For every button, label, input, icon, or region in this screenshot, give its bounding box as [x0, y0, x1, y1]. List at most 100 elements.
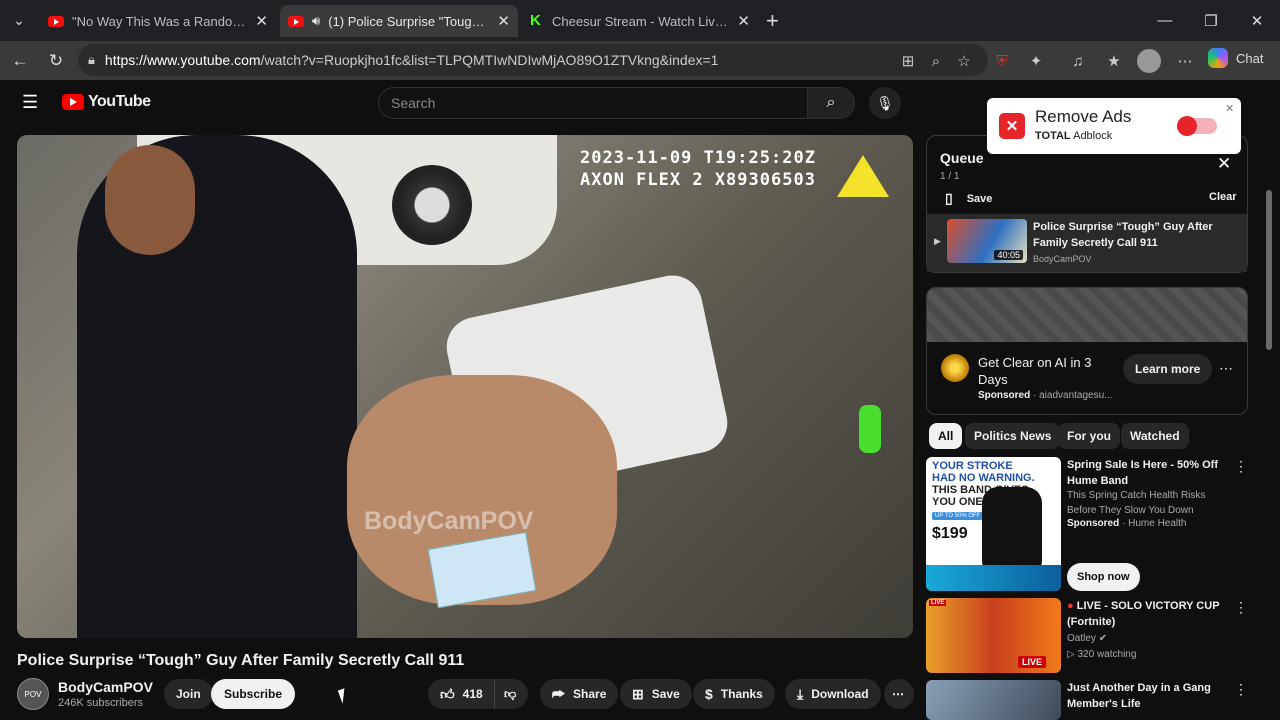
channel-name[interactable]: BodyCamPOV [58, 679, 153, 695]
learn-more-button[interactable]: Learn more [1123, 354, 1213, 384]
thumb-badge: UP TO 50% OFF [932, 512, 984, 520]
copilot-icon [1208, 48, 1228, 68]
youtube-icon [288, 15, 304, 27]
chevron-down-icon: ⌄ [13, 12, 25, 28]
subscriber-count: 246K subscribers [58, 697, 143, 709]
more-vertical-icon[interactable]: ⋮ [1234, 681, 1248, 698]
channel-avatar[interactable]: POV [17, 678, 49, 710]
more-vertical-icon[interactable]: ⋯ [1219, 360, 1233, 377]
save-button[interactable]: ⊞ Save [620, 679, 692, 709]
chip-all[interactable]: All [929, 423, 963, 449]
live-badge-small: LIVE [929, 600, 947, 606]
copilot-chat-button[interactable]: Chat [1208, 48, 1263, 68]
adblock-extension-icon[interactable]: ⛨ [990, 49, 1014, 73]
speaker-icon[interactable]: 🔊︎ [312, 13, 320, 29]
rec-thumbnail[interactable] [926, 680, 1061, 720]
microphone-icon: 🎙︎ [876, 94, 894, 111]
shop-now-button[interactable]: Shop now [1067, 563, 1140, 591]
tab-title: (1) Police Surprise "Tough" Gu [328, 13, 492, 29]
chip-politics-news[interactable]: Politics News [965, 423, 1061, 449]
rec-description: This Spring Catch Health Risks Before Th… [1067, 490, 1206, 516]
back-button[interactable]: ← [2, 43, 38, 79]
extensions-icon[interactable]: ✦ [1024, 49, 1048, 73]
site-info-icon[interactable]: 🔒︎ [88, 52, 95, 68]
close-queue-icon[interactable]: ✕ [1217, 154, 1231, 174]
close-tab-icon[interactable]: ✕ [255, 12, 268, 30]
tab-list-button[interactable]: ⌄ [0, 0, 38, 41]
page-scrollbar[interactable] [1266, 180, 1272, 720]
new-tab-button[interactable]: + [766, 8, 779, 34]
video-player[interactable]: 2023-11-09 T19:25:20Z AXON FLEX 2 X89306… [17, 135, 913, 638]
profile-avatar[interactable] [1137, 49, 1161, 73]
rec-title[interactable]: Spring Sale Is Here - 50% Off Hume Band [1067, 457, 1227, 489]
remove-ads-toggle[interactable] [1177, 116, 1217, 136]
menu-icon[interactable]: ☰ [22, 92, 44, 114]
reload-button[interactable]: ↻ [38, 43, 74, 79]
download-icon: ⤓ [797, 685, 804, 702]
like-button[interactable]: 👍︎ 418 [428, 679, 494, 709]
youtube-logo-text: YouTube [88, 93, 151, 110]
band-image [982, 487, 1042, 577]
queue-item-duration: 40:05 [994, 250, 1023, 260]
url-field[interactable]: 🔒︎ https://www.youtube.com/watch?v=Ruopk… [78, 44, 988, 76]
browser-tab-2[interactable]: 🔊︎ (1) Police Surprise "Tough" Gu ✕ [280, 5, 518, 37]
rec-thumbnail[interactable]: YOUR STROKE HAD NO WARNING. THIS BAND GI… [926, 457, 1061, 591]
favorites-icon[interactable]: ★ [1102, 49, 1126, 73]
rec-title[interactable]: Just Another Day in a Gang Member's Life [1067, 680, 1227, 712]
more-menu-icon[interactable]: ⋯ [1173, 49, 1197, 73]
thanks-label: Thanks [720, 687, 763, 701]
adblock-brand-bold: TOTAL [1035, 130, 1071, 142]
youtube-page: ☰ YouTube Search ⌕ 🎙︎ 2023-11-09 T19:25:… [0, 80, 1280, 720]
more-horizontal-icon: ⋯ [892, 687, 904, 701]
subscribe-button[interactable]: Subscribe [211, 679, 296, 709]
queue-save-button[interactable]: ▯ Save [945, 190, 992, 207]
rec-viewers: ▷ 320 watching [1067, 647, 1237, 662]
zoom-icon[interactable]: ⌕ [924, 49, 948, 73]
scrollbar-thumb[interactable] [1266, 190, 1272, 350]
app-available-icon[interactable]: ⊞ [896, 49, 920, 73]
sponsored-card[interactable]: Get Clear on AI in 3 Days Sponsored · ai… [926, 287, 1248, 415]
bookmark-icon: ▯ [945, 190, 953, 206]
thumb-price: $199 [932, 525, 968, 542]
minimize-button[interactable]: — [1142, 0, 1188, 41]
download-button[interactable]: ⤓ Download [785, 679, 881, 709]
chip-for-you[interactable]: For you [1058, 423, 1120, 449]
join-button[interactable]: Join [164, 679, 213, 709]
search-button[interactable]: ⌕ [807, 87, 855, 119]
rec-channel: Oatley ✔ [1067, 631, 1237, 646]
youtube-icon [48, 15, 64, 27]
search-icon: ⌕ [826, 94, 836, 111]
rec-thumbnail[interactable]: LIVE LIVE [926, 598, 1061, 673]
queue-clear-button[interactable]: Clear [1209, 191, 1237, 203]
chip-watched[interactable]: Watched [1121, 423, 1189, 449]
chat-label: Chat [1236, 50, 1264, 66]
browser-tab-3[interactable]: K Cheesur Stream - Watch Live on K ✕ [522, 5, 758, 37]
close-tab-icon[interactable]: ✕ [737, 12, 750, 30]
media-control-icon[interactable]: ♫ [1066, 49, 1090, 73]
more-vertical-icon[interactable]: ⋮ [1234, 599, 1248, 616]
close-popup-icon[interactable]: ✕ [1225, 102, 1234, 115]
sponsored-title: Get Clear on AI in 3 Days [978, 355, 1092, 387]
restore-button[interactable]: ❐ [1188, 0, 1234, 41]
queue-item[interactable]: ▶ 40:05 Police Surprise “Tough” Guy Afte… [927, 214, 1247, 272]
adblock-brand: TOTAL Adblock [1035, 130, 1112, 142]
rec-channel-name: Oatley [1067, 633, 1096, 644]
voice-search-button[interactable]: 🎙︎ [869, 87, 901, 119]
search-input[interactable]: Search [378, 87, 808, 119]
favorite-star-icon[interactable]: ☆ [952, 49, 976, 73]
close-window-button[interactable]: ✕ [1234, 0, 1280, 41]
kick-icon: K [530, 12, 541, 29]
browser-tab-1[interactable]: "No Way This Was a Random Traffi ✕ [40, 5, 276, 37]
rec-title[interactable]: ● LIVE - SOLO VICTORY CUP (Fortnite) [1067, 598, 1227, 630]
download-label: Download [811, 687, 869, 701]
share-button[interactable]: ⮫ Share [540, 679, 619, 709]
more-vertical-icon[interactable]: ⋮ [1234, 458, 1248, 475]
share-label: Share [573, 687, 607, 701]
more-actions-button[interactable]: ⋯ [884, 679, 914, 709]
dislike-button[interactable]: 👎︎ [494, 679, 528, 709]
adblock-popup: ✕ Remove Ads TOTAL Adblock ✕ [987, 98, 1241, 154]
thanks-button[interactable]: $ Thanks [693, 679, 775, 709]
close-tab-icon[interactable]: ✕ [497, 12, 510, 30]
reload-icon: ↻ [48, 50, 64, 70]
youtube-logo[interactable]: YouTube [62, 93, 151, 111]
